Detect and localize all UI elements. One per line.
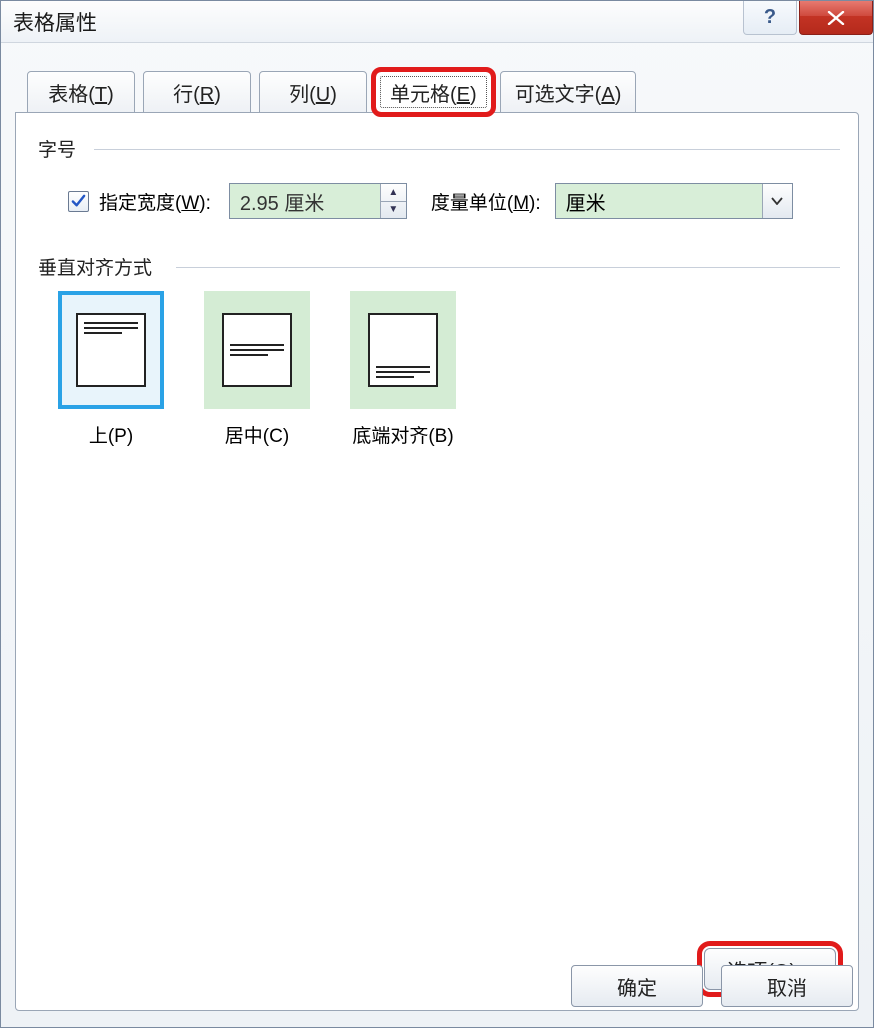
- specify-width-checkbox[interactable]: [68, 191, 89, 212]
- unit-label: 度量单位(M):: [431, 188, 541, 215]
- window-controls: ?: [743, 1, 873, 37]
- titlebar: 表格属性 ?: [1, 1, 873, 43]
- chevron-down-icon: [771, 197, 783, 205]
- group-valign-label: 垂直对齐方式: [38, 253, 152, 280]
- check-icon: [71, 194, 86, 209]
- spinner-buttons: ▲ ▼: [380, 184, 406, 218]
- divider: [176, 267, 840, 268]
- valign-bottom-label: 底端对齐(B): [352, 421, 453, 448]
- valign-bottom[interactable]: 底端对齐(B): [350, 291, 456, 448]
- close-icon: [826, 11, 846, 25]
- spin-down[interactable]: ▼: [381, 202, 406, 219]
- dialog-window: 表格属性 ? 表格(T) 行(R) 列(U) 单元格(E) 可选文字(A): [0, 0, 874, 1028]
- tab-row[interactable]: 行(R): [143, 71, 251, 113]
- dialog-footer: 确定 取消: [571, 965, 853, 1007]
- valign-center[interactable]: 居中(C): [204, 291, 310, 448]
- tab-column[interactable]: 列(U): [259, 71, 367, 113]
- valign-bottom-thumb: [350, 291, 456, 409]
- valign-center-thumb: [204, 291, 310, 409]
- group-size-label: 字号: [38, 135, 76, 162]
- unit-dropdown[interactable]: 厘米: [555, 183, 793, 219]
- valign-top-thumb: [58, 291, 164, 409]
- tab-panel-cell: 字号 指定宽度(W): ▲ ▼: [15, 112, 859, 1011]
- unit-value: 厘米: [556, 184, 762, 218]
- help-button[interactable]: ?: [743, 1, 797, 35]
- ok-button[interactable]: 确定: [571, 965, 703, 1007]
- client-area: 表格(T) 行(R) 列(U) 单元格(E) 可选文字(A) 字号: [15, 55, 859, 1011]
- valign-top[interactable]: 上(P): [58, 291, 164, 448]
- window-title: 表格属性: [13, 7, 97, 37]
- divider: [94, 149, 840, 150]
- tab-strip: 表格(T) 行(R) 列(U) 单元格(E) 可选文字(A): [15, 55, 859, 113]
- valign-top-label: 上(P): [89, 421, 133, 448]
- dropdown-arrow[interactable]: [762, 184, 792, 218]
- tab-cell[interactable]: 单元格(E): [375, 71, 492, 113]
- width-input[interactable]: [230, 184, 380, 218]
- specify-width-row: 指定宽度(W): ▲ ▼ 度量单位(M): 厘米: [68, 183, 793, 219]
- valign-options: 上(P) 居中(C): [58, 291, 456, 448]
- spin-up[interactable]: ▲: [381, 184, 406, 202]
- width-spinner[interactable]: ▲ ▼: [229, 183, 407, 219]
- close-button[interactable]: [799, 1, 873, 35]
- valign-center-label: 居中(C): [225, 421, 289, 448]
- cancel-button[interactable]: 取消: [721, 965, 853, 1007]
- tab-table[interactable]: 表格(T): [27, 71, 135, 113]
- specify-width-label: 指定宽度(W):: [99, 188, 211, 215]
- tab-alttext[interactable]: 可选文字(A): [500, 71, 637, 113]
